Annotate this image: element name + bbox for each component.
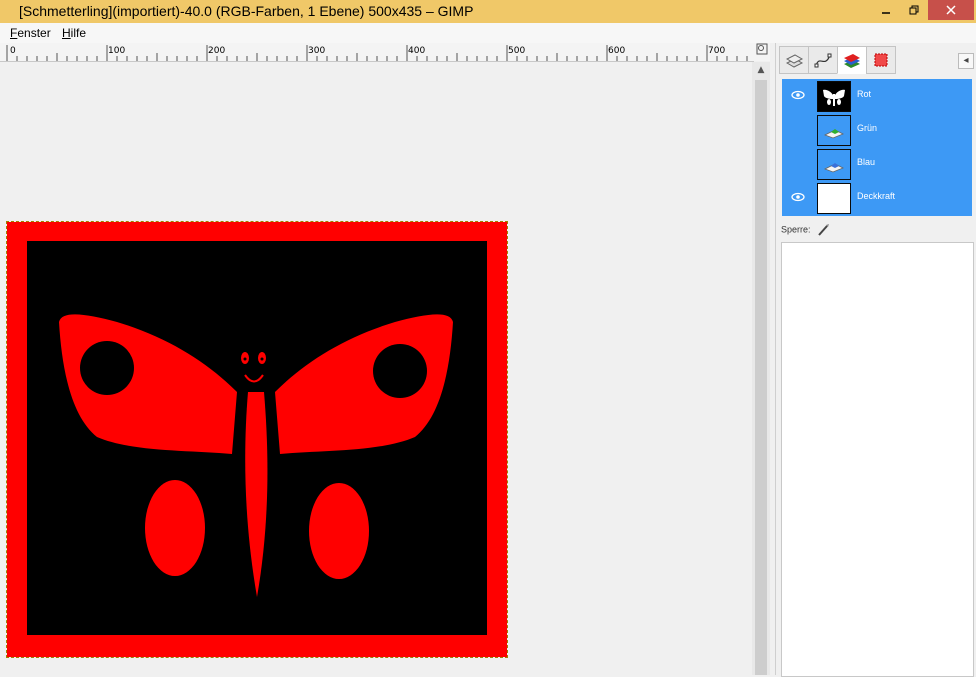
butterfly-thumb-icon (823, 89, 845, 106)
channel-name: Blau (857, 157, 876, 167)
lock-label: Sperre: (781, 224, 811, 235)
title-bar: [Schmetterling](importiert)-40.0 (RGB-Fa… (0, 0, 976, 23)
minimize-icon (882, 12, 890, 14)
tab-layers[interactable] (779, 46, 809, 74)
lock-paint-icon[interactable] (816, 223, 830, 237)
zoom-navigate-button[interactable] (754, 43, 770, 61)
channel-row-deckkraft[interactable]: Deckkraft (782, 181, 972, 215)
canvas-area[interactable] (0, 62, 752, 675)
ruler-label: 300 (308, 46, 325, 56)
layers-icon (785, 54, 804, 68)
blue-channel-icon (824, 162, 844, 172)
horizontal-ruler: 0 100 200 300 400 500 600 700 (0, 43, 754, 62)
ruler-ticks: 0 100 200 300 400 500 600 700 (6, 45, 748, 61)
left-lower-wing (145, 480, 205, 576)
channel-row-blau[interactable]: Blau (782, 147, 972, 181)
vertical-scrollbar[interactable]: ▲ (752, 62, 770, 675)
eye-icon[interactable] (791, 89, 805, 103)
color-icon (874, 53, 888, 67)
lock-row: Sperre: (781, 223, 830, 237)
channel-name: Grün (857, 123, 878, 133)
ruler-label: 100 (108, 46, 125, 56)
ruler-label: 400 (408, 46, 425, 56)
zoom-icon (756, 43, 768, 55)
paths-icon (814, 53, 832, 68)
right-wing-spot (373, 344, 427, 398)
scroll-up-icon[interactable]: ▲ (752, 62, 770, 78)
tab-channels[interactable] (837, 46, 867, 74)
channel-thumbnail (817, 183, 851, 214)
green-channel-icon (824, 128, 844, 138)
butterfly-image (7, 222, 507, 657)
right-pupil (260, 357, 264, 361)
tab-paths[interactable] (808, 46, 838, 74)
menu-hilfe[interactable]: Hilfe (62, 26, 86, 40)
restore-button[interactable] (900, 0, 928, 20)
ruler-label: 700 (708, 46, 725, 56)
menu-fenster[interactable]: Fenster (10, 26, 51, 40)
tab-color[interactable] (866, 46, 896, 74)
ruler-label: 600 (608, 46, 625, 56)
window-title: [Schmetterling](importiert)-40.0 (RGB-Fa… (19, 3, 474, 19)
ruler-label: 500 (508, 46, 525, 56)
channel-row-rot[interactable]: Rot (782, 79, 972, 113)
channel-row-gruen[interactable]: Grün (782, 113, 972, 147)
right-dock: ◂ Rot Grün Blau Deckkraft Sperre: (775, 43, 976, 677)
right-lower-wing (309, 483, 369, 579)
left-wing-spot (80, 341, 134, 395)
dock-empty-panel (781, 242, 974, 677)
image-canvas[interactable] (6, 221, 508, 658)
ruler-label: 0 (10, 46, 16, 56)
channel-name: Rot (857, 89, 872, 99)
left-pupil (243, 357, 247, 361)
minimize-button[interactable] (872, 0, 900, 20)
channel-list: Rot Grün Blau Deckkraft (782, 79, 972, 216)
eye-icon[interactable] (791, 191, 805, 205)
restore-icon (909, 5, 919, 15)
channel-thumbnail (817, 81, 851, 112)
menu-bar: Fenster Hilfe (0, 23, 976, 43)
channel-thumbnail (817, 149, 851, 180)
scrollbar-thumb[interactable] (755, 80, 767, 675)
close-icon (946, 5, 956, 15)
close-button[interactable] (928, 0, 974, 20)
channels-icon (844, 54, 860, 68)
dock-menu-button[interactable]: ◂ (958, 53, 974, 69)
channel-thumbnail (817, 115, 851, 146)
ruler-label: 200 (208, 46, 225, 56)
channel-name: Deckkraft (857, 191, 896, 201)
